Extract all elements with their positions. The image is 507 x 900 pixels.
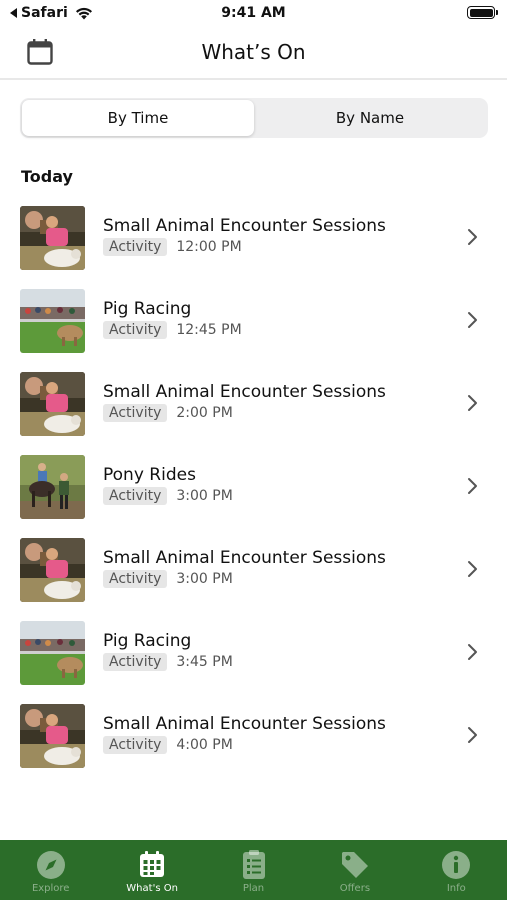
tag-icon bbox=[341, 852, 368, 878]
event-meta: Activity 3:00 PM bbox=[103, 570, 233, 588]
tab-whats-on[interactable]: What's On bbox=[101, 840, 202, 900]
event-category-tag: Activity bbox=[103, 570, 168, 588]
status-bar: Safari 9:41 AM bbox=[0, 0, 507, 28]
event-time: 4:00 PM bbox=[176, 737, 233, 753]
checklist-icon bbox=[242, 850, 265, 879]
chevron-right-icon bbox=[468, 229, 477, 245]
calendar-icon bbox=[140, 851, 165, 877]
event-row[interactable]: Small Animal Encounter Sessions Activity 2… bbox=[0, 362, 507, 445]
event-title: Small Animal Encounter Sessions bbox=[103, 714, 386, 734]
event-title: Small Animal Encounter Sessions bbox=[103, 548, 386, 568]
small-animal-photo bbox=[20, 372, 85, 436]
event-thumbnail bbox=[20, 621, 85, 685]
tab-label: Offers bbox=[339, 883, 371, 894]
event-meta: Activity 3:00 PM bbox=[103, 487, 233, 505]
event-category-tag: Activity bbox=[103, 404, 168, 422]
event-thumbnail bbox=[20, 704, 85, 768]
pony-rides-photo bbox=[20, 455, 85, 519]
chevron-right-icon bbox=[468, 312, 477, 328]
chevron-right-icon bbox=[468, 561, 477, 577]
chevron-right-icon bbox=[468, 395, 477, 411]
event-thumbnail bbox=[20, 206, 85, 270]
event-row[interactable]: Small Animal Encounter Sessions Activity 3… bbox=[0, 528, 507, 611]
event-row[interactable]: Pig Racing Activity 12:45 PM bbox=[0, 279, 507, 362]
sort-segmented-control: By Time By Name bbox=[20, 98, 488, 138]
chevron-right-icon bbox=[468, 478, 477, 494]
event-title: Pig Racing bbox=[103, 631, 192, 651]
event-time: 3:45 PM bbox=[176, 654, 233, 670]
event-title: Pig Racing bbox=[103, 299, 192, 319]
tab-label: Info bbox=[446, 883, 466, 894]
event-category-tag: Activity bbox=[103, 321, 168, 339]
event-meta: Activity 12:45 PM bbox=[103, 321, 242, 339]
event-title: Small Animal Encounter Sessions bbox=[103, 216, 386, 236]
event-category-tag: Activity bbox=[103, 653, 168, 671]
event-category-tag: Activity bbox=[103, 238, 168, 256]
small-animal-photo bbox=[20, 704, 85, 768]
event-row[interactable]: Small Animal Encounter Sessions Activity 4… bbox=[0, 694, 507, 777]
info-icon bbox=[442, 851, 471, 879]
tab-plan[interactable]: Plan bbox=[203, 840, 304, 900]
tab-explore[interactable]: Explore bbox=[0, 840, 101, 900]
segment-by-name[interactable]: By Name bbox=[254, 100, 486, 136]
event-thumbnail bbox=[20, 455, 85, 519]
chevron-right-icon bbox=[468, 644, 477, 660]
compass-icon bbox=[36, 851, 65, 879]
event-category-tag: Activity bbox=[103, 487, 168, 505]
tab-label: Explore bbox=[31, 883, 70, 894]
chevron-right-icon bbox=[468, 727, 477, 743]
pig-racing-photo bbox=[20, 289, 85, 353]
small-animal-photo bbox=[20, 206, 85, 270]
small-animal-photo bbox=[20, 538, 85, 602]
event-time: 12:45 PM bbox=[176, 322, 242, 338]
event-list: Small Animal Encounter Sessions Activity 1… bbox=[0, 196, 507, 777]
pig-racing-photo bbox=[20, 621, 85, 685]
tab-label: Plan bbox=[242, 883, 265, 894]
tab-label: What's On bbox=[126, 883, 178, 894]
event-category-tag: Activity bbox=[103, 736, 168, 754]
page-title: What’s On bbox=[201, 40, 306, 64]
event-meta: Activity 2:00 PM bbox=[103, 404, 233, 422]
tab-offers[interactable]: Offers bbox=[304, 840, 405, 900]
tab-bar: Explore What's On Plan Offers Info bbox=[0, 840, 507, 900]
event-row[interactable]: Pony Rides Activity 3:00 PM bbox=[0, 445, 507, 528]
nav-header: What’s On bbox=[0, 28, 507, 80]
event-thumbnail bbox=[20, 372, 85, 436]
event-meta: Activity 3:45 PM bbox=[103, 653, 233, 671]
event-title: Pony Rides bbox=[103, 465, 196, 485]
event-time: 12:00 PM bbox=[176, 239, 242, 255]
event-thumbnail bbox=[20, 538, 85, 602]
event-time: 3:00 PM bbox=[176, 488, 233, 504]
event-row[interactable]: Pig Racing Activity 3:45 PM bbox=[0, 611, 507, 694]
section-header-today: Today bbox=[21, 167, 73, 186]
event-row[interactable]: Small Animal Encounter Sessions Activity 1… bbox=[0, 196, 507, 279]
event-meta: Activity 4:00 PM bbox=[103, 736, 233, 754]
battery-icon bbox=[467, 6, 498, 19]
event-time: 3:00 PM bbox=[176, 571, 233, 587]
event-time: 2:00 PM bbox=[176, 405, 233, 421]
event-title: Small Animal Encounter Sessions bbox=[103, 382, 386, 402]
status-time: 9:41 AM bbox=[221, 5, 286, 21]
tab-info[interactable]: Info bbox=[406, 840, 507, 900]
event-meta: Activity 12:00 PM bbox=[103, 238, 242, 256]
event-thumbnail bbox=[20, 289, 85, 353]
segment-by-time[interactable]: By Time bbox=[22, 100, 254, 136]
